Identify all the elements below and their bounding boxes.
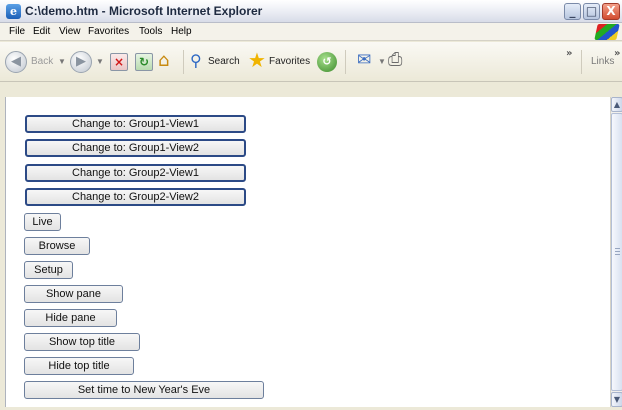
menu-file[interactable]: File [9, 26, 25, 37]
menu-edit[interactable]: Edit [33, 26, 50, 37]
menu-view[interactable]: View [59, 26, 81, 37]
back-dropdown-icon[interactable]: ▼ [58, 57, 66, 66]
set-time-new-years-eve-button[interactable]: Set time to New Year's Eve [24, 381, 264, 399]
setup-button[interactable]: Setup [24, 261, 73, 279]
scroll-thumb[interactable] [611, 113, 622, 391]
toolbar-separator [581, 50, 582, 74]
browse-button[interactable]: Browse [24, 237, 90, 255]
hide-pane-button[interactable]: Hide pane [24, 309, 117, 327]
stop-icon[interactable]: × [110, 53, 128, 71]
mail-dropdown-icon[interactable]: ▼ [378, 57, 386, 66]
forward-icon[interactable]: ▶ [70, 51, 92, 73]
scroll-down-arrow-icon[interactable]: ▼ [611, 392, 622, 407]
menu-bar: File Edit View Favorites Tools Help [0, 23, 622, 41]
show-top-title-button[interactable]: Show top title [24, 333, 140, 351]
search-label[interactable]: Search [208, 56, 240, 67]
toolbar-separator [183, 50, 184, 74]
history-icon[interactable]: ↺ [317, 52, 337, 72]
maximize-button[interactable]: □ [583, 3, 600, 20]
toolbar: ◀ Back ▼ ▶ ▼ × ↻ ⌂ ⚲ Search ★ Favorites … [0, 42, 622, 82]
change-group1-view1-button[interactable]: Change to: Group1-View1 [25, 115, 246, 133]
window-title: C:\demo.htm - Microsoft Internet Explore… [25, 4, 263, 18]
page-content: Change to: Group1-View1 Change to: Group… [5, 97, 610, 407]
links-label[interactable]: Links [591, 56, 614, 67]
search-icon[interactable]: ⚲ [190, 51, 202, 70]
favorites-label[interactable]: Favorites [269, 56, 310, 67]
refresh-icon[interactable]: ↻ [135, 53, 153, 71]
scroll-grip [615, 251, 620, 252]
vertical-scrollbar[interactable]: ▲ ▼ [610, 97, 622, 407]
change-group2-view1-button[interactable]: Change to: Group2-View1 [25, 164, 246, 182]
forward-dropdown-icon[interactable]: ▼ [96, 57, 104, 66]
scroll-grip [615, 254, 620, 255]
scroll-up-arrow-icon[interactable]: ▲ [611, 97, 622, 112]
links-overflow-chevron-icon[interactable]: » [614, 48, 620, 59]
close-button[interactable]: X [602, 3, 620, 20]
change-group1-view2-button[interactable]: Change to: Group1-View2 [25, 139, 246, 157]
toolbar-separator [345, 50, 346, 74]
menu-favorites[interactable]: Favorites [88, 26, 129, 37]
favorites-star-icon[interactable]: ★ [248, 48, 266, 72]
mail-icon[interactable]: ✉ [357, 50, 371, 70]
menu-tools[interactable]: Tools [139, 26, 162, 37]
change-group2-view2-button[interactable]: Change to: Group2-View2 [25, 188, 246, 206]
ie-app-icon: e [6, 4, 21, 19]
hide-top-title-button[interactable]: Hide top title [24, 357, 134, 375]
back-icon[interactable]: ◀ [5, 51, 27, 73]
menu-help[interactable]: Help [171, 26, 192, 37]
print-icon[interactable]: ⎙ [388, 49, 402, 70]
scroll-grip [615, 248, 620, 249]
show-pane-button[interactable]: Show pane [24, 285, 123, 303]
minimize-button[interactable]: _ [564, 3, 581, 20]
ie-window: e C:\demo.htm - Microsoft Internet Explo… [0, 0, 622, 410]
back-label[interactable]: Back [31, 56, 53, 67]
live-button[interactable]: Live [24, 213, 61, 231]
windows-logo-throbber [594, 24, 620, 40]
home-icon[interactable]: ⌂ [158, 50, 169, 71]
title-bar: e C:\demo.htm - Microsoft Internet Explo… [0, 0, 622, 23]
toolbar-overflow-chevron-icon[interactable]: » [566, 48, 572, 59]
